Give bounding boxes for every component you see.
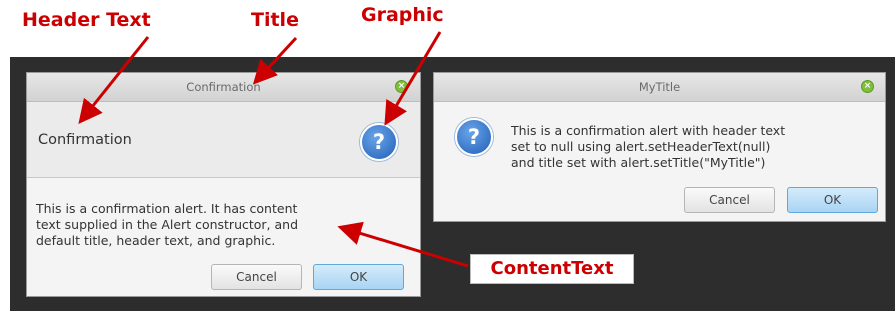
content-line: set to null using alert.setHeaderText(nu… [511, 139, 771, 154]
cancel-button[interactable]: Cancel [211, 264, 302, 290]
content-line: text supplied in the Alert constructor, … [36, 217, 299, 232]
window-title: MyTitle [638, 80, 681, 94]
annotation-header-text: Header Text [22, 9, 151, 31]
dialog-content-text: This is a confirmation alert with header… [511, 123, 785, 171]
annotation-content-text: ContentText [470, 254, 634, 284]
annotation-graphic: Graphic [361, 4, 444, 26]
confirmation-dialog: Confirmation × Confirmation ? This is a … [26, 72, 421, 297]
window-title: Confirmation [186, 80, 261, 94]
window-titlebar[interactable]: MyTitle [434, 73, 885, 102]
mytitle-dialog: MyTitle × ? This is a confirmation alert… [433, 72, 886, 222]
question-icon: ? [455, 118, 493, 156]
annotation-title: Title [251, 9, 299, 31]
dialog-content-text: This is a confirmation alert. It has con… [36, 201, 298, 249]
ok-button[interactable]: OK [787, 187, 878, 213]
content-line: default title, header text, and graphic. [36, 233, 276, 248]
close-icon[interactable]: × [861, 80, 874, 93]
dialog-header-text: Confirmation [38, 132, 132, 148]
cancel-button[interactable]: Cancel [684, 187, 775, 213]
content-line: This is a confirmation alert with header… [511, 123, 786, 138]
content-line: This is a confirmation alert. It has con… [36, 201, 298, 216]
window-titlebar[interactable]: Confirmation [27, 73, 420, 102]
content-line: and title set with alert.setTitle("MyTit… [511, 155, 766, 170]
close-icon[interactable]: × [395, 80, 408, 93]
question-icon: ? [360, 123, 398, 161]
dialog-header-area: Confirmation ? [27, 102, 420, 178]
ok-button[interactable]: OK [313, 264, 404, 290]
